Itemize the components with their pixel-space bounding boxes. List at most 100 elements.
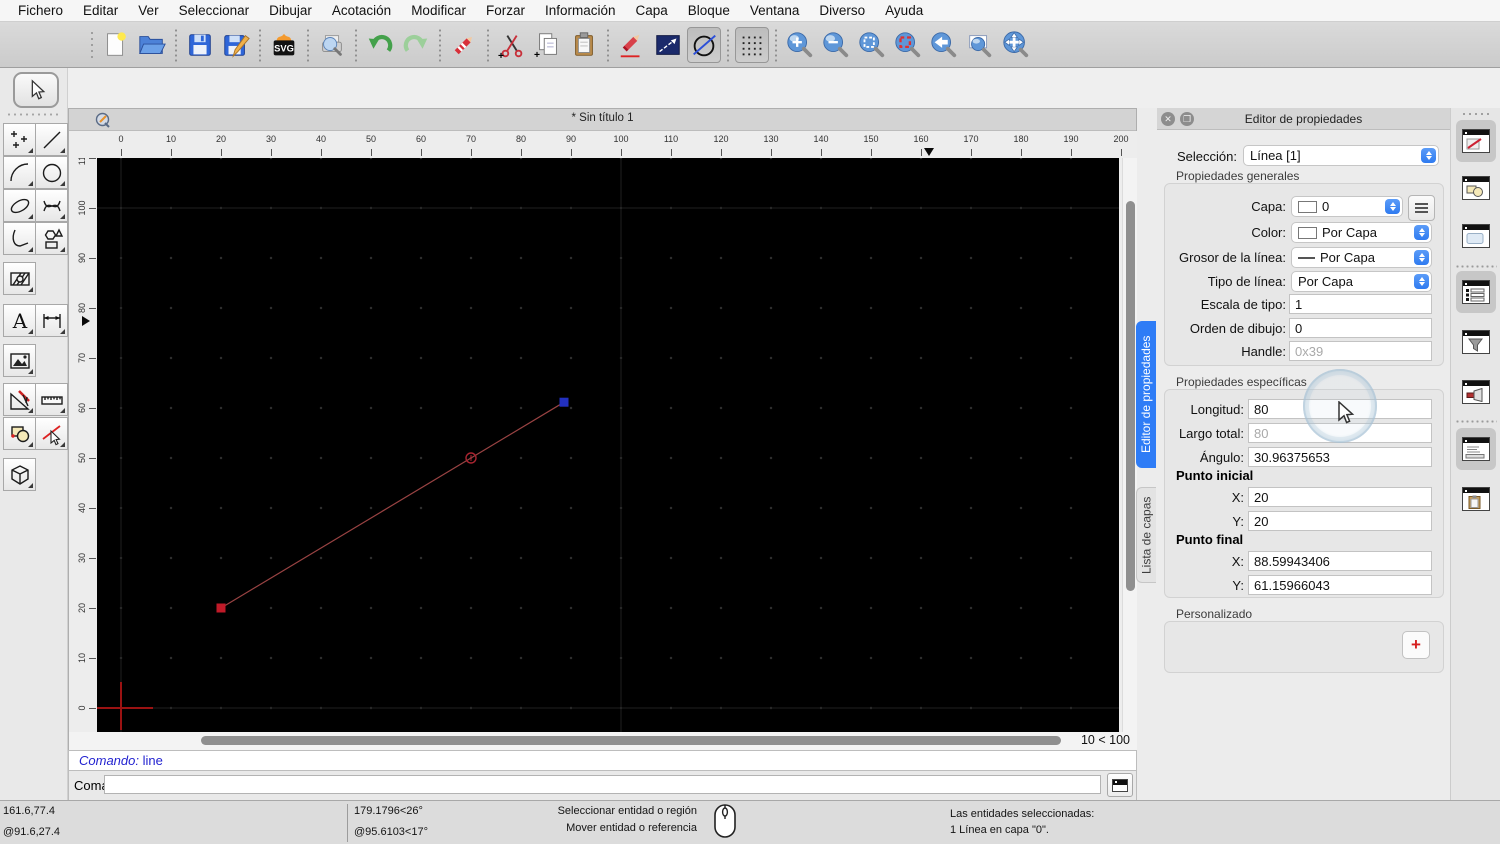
punto-final-heading: Punto final — [1176, 532, 1244, 547]
escala-field[interactable]: 1 — [1289, 294, 1432, 314]
start-y-field[interactable]: 20 — [1248, 511, 1432, 531]
grid-toggle-icon[interactable] — [735, 26, 769, 63]
menu-bloque[interactable]: Bloque — [678, 0, 740, 22]
vertical-scrollbar-thumb[interactable] — [1126, 201, 1135, 591]
zoom-auto-icon[interactable] — [855, 27, 889, 63]
tab-layer-list[interactable]: Lista de capas — [1136, 487, 1156, 583]
undo-icon[interactable] — [363, 27, 397, 63]
pen-panel-icon[interactable] — [1456, 120, 1496, 162]
h-ruler-label: 200 — [1113, 134, 1129, 144]
hatch-tool[interactable] — [3, 262, 36, 295]
dimension-tool[interactable] — [35, 304, 68, 337]
polyline-tool[interactable] — [3, 222, 36, 255]
angulo-field[interactable]: 30.96375653 — [1248, 447, 1432, 467]
tab-property-editor[interactable]: Editor de propiedades — [1136, 321, 1156, 468]
print-preview-icon[interactable] — [315, 27, 349, 63]
capa-select[interactable]: 0 — [1291, 196, 1403, 217]
menu-acotacion[interactable]: Acotación — [322, 0, 401, 22]
command-window-toggle-button[interactable] — [1107, 773, 1133, 797]
menu-fichero[interactable]: Fichero — [8, 0, 73, 22]
end-x-field[interactable]: 88.59943406 — [1248, 551, 1432, 571]
color-value: Por Capa — [1322, 225, 1377, 240]
redo-icon[interactable] — [399, 27, 433, 63]
zoom-pan-icon[interactable] — [999, 27, 1033, 63]
shapes-panel-icon[interactable] — [1456, 167, 1496, 209]
zoom-window-icon[interactable] — [963, 27, 997, 63]
commands-panel-icon[interactable] — [1456, 428, 1496, 470]
circle-tool[interactable] — [35, 156, 68, 189]
command-input[interactable] — [104, 775, 1101, 794]
empty-panel-icon[interactable] — [1456, 215, 1496, 257]
zoom-previous-icon[interactable] — [927, 27, 961, 63]
solid-tool[interactable] — [3, 458, 36, 491]
end-y-label: Y: — [1232, 578, 1244, 593]
line-tool-icon[interactable] — [651, 27, 685, 63]
modify-tool[interactable] — [3, 383, 36, 416]
selection-select[interactable]: Línea [1] — [1243, 145, 1439, 166]
text-tool[interactable]: A — [3, 304, 36, 337]
zoom-out-icon[interactable] — [819, 27, 853, 63]
general-section-heading: Propiedades generales — [1176, 169, 1300, 183]
shapes-tool[interactable] — [35, 222, 68, 255]
start-y-label: Y: — [1232, 514, 1244, 529]
grosor-select[interactable]: Por Capa — [1291, 247, 1432, 268]
selection-tool-button[interactable] — [13, 72, 59, 108]
points-tool[interactable] — [3, 123, 36, 156]
add-custom-property-button[interactable]: + — [1402, 631, 1430, 659]
order-tool[interactable] — [3, 417, 36, 450]
save-icon[interactable] — [183, 27, 217, 63]
line-tool[interactable] — [35, 123, 68, 156]
command-history: Comando: line — [68, 750, 1137, 771]
color-select[interactable]: Por Capa — [1291, 222, 1432, 243]
dock-drag-handle[interactable] — [1461, 112, 1491, 116]
zoom-in-icon[interactable] — [783, 27, 817, 63]
torch-panel-icon[interactable] — [1456, 371, 1496, 413]
menu-ayuda[interactable]: Ayuda — [875, 0, 933, 22]
horizontal-scrollbar-thumb[interactable] — [201, 736, 1061, 745]
menu-informacion[interactable]: Información — [535, 0, 626, 22]
menu-seleccionar[interactable]: Seleccionar — [169, 0, 260, 22]
menu-forzar[interactable]: Forzar — [476, 0, 535, 22]
vertical-scrollbar[interactable] — [1122, 158, 1137, 732]
copy-icon[interactable]: + — [531, 27, 565, 63]
paste-icon[interactable] — [567, 27, 601, 63]
menu-ventana[interactable]: Ventana — [740, 0, 810, 22]
horizontal-scrollbar[interactable]: 10 < 100 — [69, 732, 1138, 750]
menu-ver[interactable]: Ver — [128, 0, 168, 22]
new-file-icon[interactable] — [99, 27, 133, 63]
toolbar-separator — [175, 27, 177, 62]
zoom-selection-icon[interactable] — [891, 27, 925, 63]
filter-panel-icon[interactable] — [1456, 321, 1496, 363]
menu-capa[interactable]: Capa — [626, 0, 678, 22]
menu-modificar[interactable]: Modificar — [401, 0, 476, 22]
list-panel-icon[interactable] — [1456, 271, 1496, 313]
menu-dibujar[interactable]: Dibujar — [259, 0, 322, 22]
measure-tool[interactable] — [35, 383, 68, 416]
h-ruler-label: 120 — [713, 134, 729, 144]
tipo-select[interactable]: Por Capa — [1291, 271, 1432, 292]
image-tool[interactable] — [3, 344, 36, 377]
drawing-canvas[interactable] — [97, 158, 1119, 732]
layer-options-button[interactable] — [1408, 195, 1435, 221]
start-x-field[interactable]: 20 — [1248, 487, 1432, 507]
spline-tool[interactable] — [35, 189, 68, 222]
draw-pen-icon[interactable] — [615, 27, 649, 63]
end-y-field[interactable]: 61.15966043 — [1248, 575, 1432, 595]
orden-field[interactable]: 0 — [1289, 318, 1432, 338]
delete-eraser-icon[interactable] — [447, 27, 481, 63]
svg-export-icon[interactable]: SVG — [267, 27, 301, 63]
delete-entity-tool[interactable] — [35, 417, 68, 450]
menu-editar[interactable]: Editar — [73, 0, 128, 22]
toolbar-drag-handle[interactable] — [90, 29, 94, 60]
line-end-marker — [559, 397, 569, 407]
capa-label: Capa: — [1251, 199, 1286, 214]
arc-tool[interactable] — [3, 156, 36, 189]
cut-icon[interactable]: + — [495, 27, 529, 63]
clipboard-panel-icon[interactable] — [1456, 478, 1496, 520]
menu-diverso[interactable]: Diverso — [809, 0, 875, 22]
restrict-orthogonal-icon[interactable] — [687, 26, 721, 63]
save-as-icon[interactable] — [219, 27, 253, 63]
ellipse-tool[interactable] — [3, 189, 36, 222]
open-file-icon[interactable] — [135, 27, 169, 63]
drawing-titlebar[interactable]: * Sin título 1 — [69, 109, 1136, 131]
